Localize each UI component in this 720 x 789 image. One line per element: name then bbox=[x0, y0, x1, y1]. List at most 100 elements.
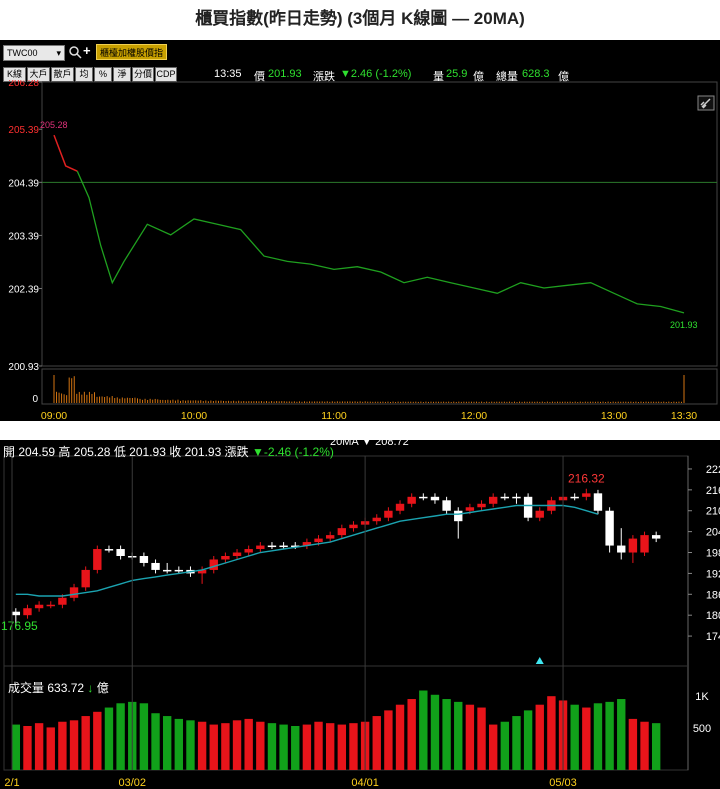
low-label: 低 bbox=[113, 445, 126, 459]
volume-bar bbox=[582, 707, 591, 770]
volume-bar bbox=[302, 724, 312, 770]
volume-bar bbox=[116, 703, 125, 770]
volume-plot-frame bbox=[41, 368, 718, 405]
close-label: 收 bbox=[169, 445, 182, 459]
candle-body bbox=[139, 556, 149, 563]
magnifier-icon[interactable] bbox=[68, 44, 82, 60]
volume-bar bbox=[651, 723, 661, 770]
price-value: 201.93 bbox=[268, 68, 302, 80]
x-tick-label: 2/1 bbox=[4, 777, 19, 789]
price-line-above-reference bbox=[53, 134, 78, 172]
price-plot-frame bbox=[41, 81, 718, 367]
candle-body bbox=[104, 549, 114, 551]
volume-bar bbox=[69, 720, 79, 770]
y-tick-label: 216 bbox=[706, 485, 720, 497]
volume-bar bbox=[593, 703, 603, 770]
candle-body bbox=[58, 597, 67, 605]
volume-bar bbox=[500, 721, 510, 770]
volume-bar bbox=[209, 724, 218, 770]
y-tick-label: 180 bbox=[706, 610, 720, 622]
candle-body bbox=[500, 496, 510, 499]
volume-bar bbox=[104, 707, 114, 770]
volume-bar bbox=[151, 713, 160, 770]
volume-bar bbox=[395, 704, 405, 770]
volume-bar bbox=[547, 696, 556, 770]
x-tick-label: 13:00 bbox=[601, 410, 627, 421]
change-value: ▼-2.46 (-1.2%) bbox=[251, 445, 334, 459]
candle-body bbox=[640, 535, 649, 553]
candle-body bbox=[337, 528, 347, 536]
x-tick-label: 12:00 bbox=[461, 410, 487, 421]
kline-chart: 222 216 210 204 198 192 186 180 174 216.32 176.95 1… bbox=[1, 455, 720, 789]
candle-body bbox=[605, 510, 614, 546]
symbol-input[interactable]: TWC00 ▾ bbox=[3, 45, 65, 61]
volume-bar bbox=[605, 701, 614, 770]
volume-bar bbox=[407, 699, 416, 770]
open-price-annotation: 205.28 bbox=[40, 120, 68, 130]
volume-value: 633.72 bbox=[47, 681, 85, 695]
index-name-button[interactable]: 櫃檯加權股價指 bbox=[96, 44, 168, 60]
candle-body bbox=[384, 510, 393, 518]
candle-body bbox=[465, 507, 475, 511]
volume-bar bbox=[337, 724, 347, 770]
volume-bar bbox=[628, 718, 638, 770]
volume-bar bbox=[139, 703, 149, 770]
volume-bar bbox=[325, 723, 335, 770]
candle-body bbox=[651, 535, 661, 539]
x-tick-label: 03/02 bbox=[118, 777, 146, 789]
low-value: 201.93 bbox=[129, 445, 166, 459]
candle-body bbox=[46, 604, 55, 607]
candle-body bbox=[523, 496, 533, 518]
candle-body bbox=[34, 604, 44, 609]
link-icon[interactable] bbox=[697, 95, 715, 111]
candle-body bbox=[267, 545, 277, 548]
candle-body bbox=[11, 611, 21, 616]
volume-bar bbox=[34, 723, 44, 770]
volume-bar bbox=[197, 721, 207, 770]
volume-tick-label: 1K bbox=[695, 691, 709, 703]
volume-bar bbox=[640, 721, 649, 770]
quote-time: 13:35 bbox=[214, 68, 242, 80]
volume-bar bbox=[186, 720, 195, 770]
candle-body bbox=[209, 559, 218, 570]
volume-bar bbox=[314, 721, 323, 770]
candle-body bbox=[628, 538, 638, 553]
candle-body bbox=[314, 538, 323, 543]
volume-bar bbox=[256, 721, 265, 770]
x-tick-label: 11:00 bbox=[321, 410, 347, 421]
volume-bar bbox=[384, 710, 393, 770]
volume-bar bbox=[221, 723, 230, 770]
ma-label: 20MA bbox=[330, 436, 359, 448]
chevron-down-icon[interactable]: ▾ bbox=[56, 46, 61, 60]
candle-body bbox=[325, 535, 335, 539]
candle-body bbox=[419, 496, 428, 499]
y-tick-label: 198 bbox=[706, 548, 720, 560]
ma20-line bbox=[15, 504, 599, 597]
volume-zero-label: 0 bbox=[32, 394, 38, 405]
y-tick-label: 210 bbox=[706, 506, 720, 518]
volume-bar bbox=[11, 724, 21, 770]
x-tick-label: 09:00 bbox=[41, 410, 67, 421]
volume-bar bbox=[454, 701, 463, 770]
y-tick-label: 202.39 bbox=[8, 284, 39, 295]
volume-bar bbox=[372, 716, 381, 770]
volume-bar bbox=[81, 716, 90, 770]
volume-bar bbox=[477, 707, 486, 770]
volume-bar bbox=[174, 718, 184, 770]
candle-body bbox=[570, 496, 579, 499]
ohlc-header: 開 204.59 高 205.28 低 201.93 收 201.93 漲跌 ▼… bbox=[3, 443, 334, 460]
volume-bar bbox=[617, 699, 626, 770]
y-tick-label: 186 bbox=[706, 589, 720, 601]
change-value: ▼2.46 (-1.2%) bbox=[340, 68, 412, 80]
x-tick-label: 10:00 bbox=[181, 410, 207, 421]
high-annotation: 216.32 bbox=[568, 472, 605, 486]
low-annotation: 176.95 bbox=[1, 619, 38, 633]
candle-body bbox=[430, 496, 440, 501]
volume-bar bbox=[279, 724, 288, 770]
candle-body bbox=[162, 569, 172, 572]
candle-body bbox=[349, 524, 358, 529]
volume-bar bbox=[267, 723, 277, 770]
plus-icon[interactable]: + bbox=[83, 43, 91, 58]
volume-bar bbox=[162, 716, 172, 770]
triangle-up-icon bbox=[535, 657, 544, 664]
